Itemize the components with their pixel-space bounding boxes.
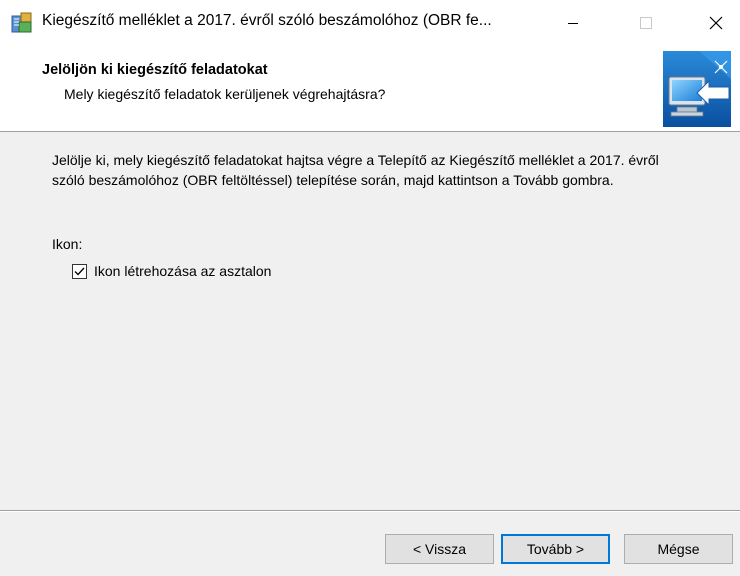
window-title: Kiegészítő melléklet a 2017. évről szóló… xyxy=(42,12,492,29)
title-bar: Kiegészítő melléklet a 2017. évről szóló… xyxy=(0,0,740,45)
footer-divider xyxy=(0,510,740,512)
task-desktop-icon-option[interactable]: Ikon létrehozása az asztalon xyxy=(72,263,271,279)
desktop-icon-checkbox-label[interactable]: Ikon létrehozása az asztalon xyxy=(94,263,271,279)
checkmark-icon xyxy=(74,267,85,275)
cancel-button[interactable]: Mégse xyxy=(624,534,733,564)
group-label-icon: Ikon: xyxy=(52,236,83,252)
next-button[interactable]: Tovább > xyxy=(501,534,610,564)
instructions-text: Jelölje ki, mely kiegészítő feladatokat … xyxy=(52,152,659,188)
maximize-icon xyxy=(640,16,652,29)
maximize-button[interactable] xyxy=(623,0,669,45)
wizard-content: Jelölje ki, mely kiegészítő feladatokat … xyxy=(0,132,740,510)
close-button[interactable] xyxy=(693,0,739,45)
minimize-button[interactable] xyxy=(550,0,596,45)
page-title: Jelöljön ki kiegészítő feladatokat xyxy=(42,62,268,78)
minimize-icon xyxy=(568,22,578,24)
desktop-icon-checkbox[interactable] xyxy=(72,263,87,279)
wizard-header: Jelöljön ki kiegészítő feladatokat Mely … xyxy=(0,45,740,132)
wizard-computer-arrow-icon xyxy=(663,51,731,127)
back-button[interactable]: < Vissza xyxy=(385,534,494,564)
close-icon xyxy=(709,16,723,29)
installer-icon[interactable] xyxy=(10,10,34,34)
page-subtitle: Mely kiegészítő feladatok kerüljenek vég… xyxy=(64,86,386,102)
